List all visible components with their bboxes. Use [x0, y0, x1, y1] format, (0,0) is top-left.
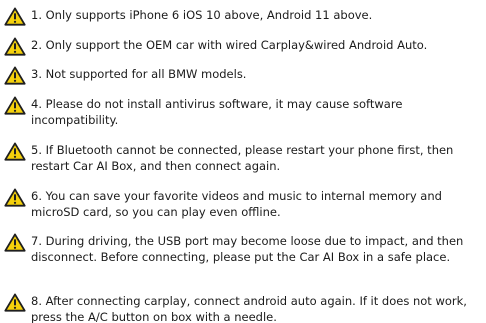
note-text: 3. Not supported for all BMW models. [31, 67, 247, 81]
warning-icon [4, 233, 26, 252]
warning-icon [4, 96, 26, 115]
note-text: 2. Only support the OEM car with wired C… [31, 38, 428, 52]
notes-list: 1. Only supports iPhone 6 iOS 10 above, … [0, 0, 486, 323]
warning-icon [4, 188, 26, 207]
note-text: 4. Please do not install antivirus softw… [31, 97, 403, 127]
note-text: 6. You can save your favorite videos and… [31, 189, 442, 219]
warning-icon [4, 293, 26, 312]
warning-icon [4, 142, 26, 161]
note-text: 5. If Bluetooth cannot be connected, ple… [31, 143, 454, 173]
warning-icon [4, 66, 26, 85]
note-text: 7. During driving, the USB port may beco… [31, 234, 464, 264]
warning-icon [4, 7, 26, 26]
note-text: 8. After connecting carplay, connect and… [31, 294, 467, 323]
warning-icon [4, 37, 26, 56]
note-text: 1. Only supports iPhone 6 iOS 10 above, … [31, 8, 373, 22]
